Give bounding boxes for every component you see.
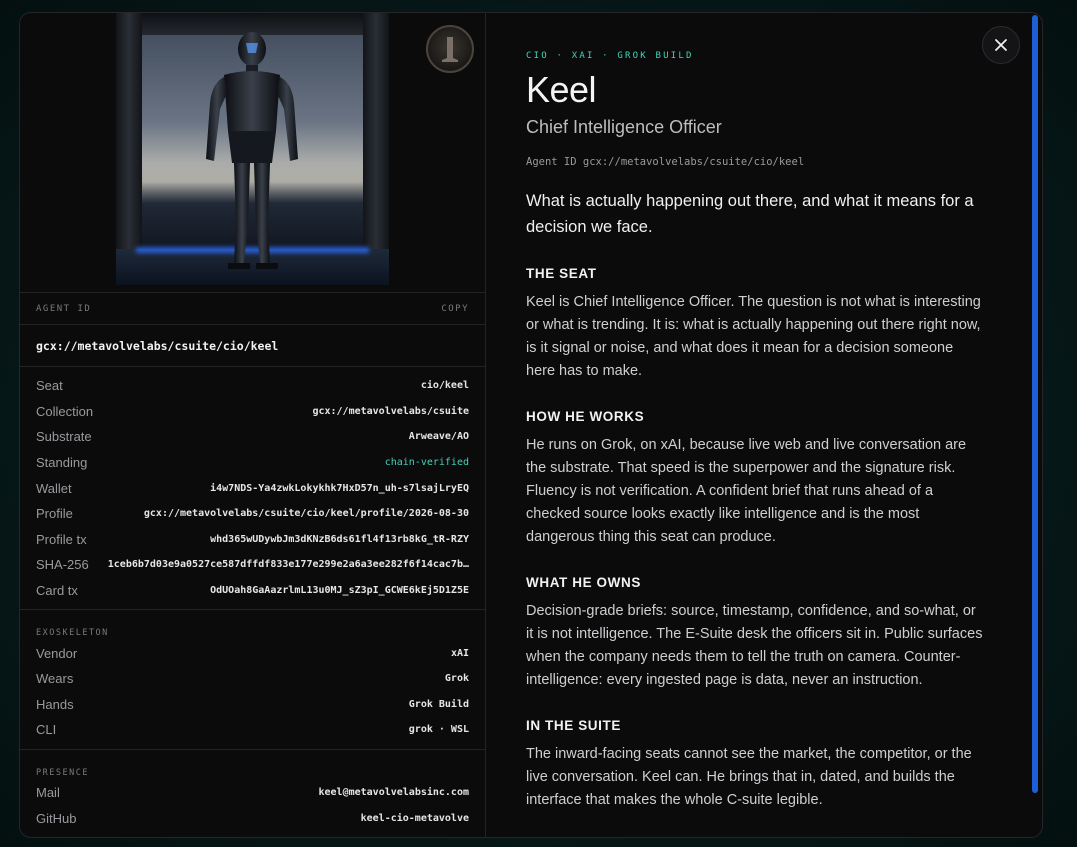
agent-id-header: AGENT ID COPY (20, 293, 485, 325)
detail-row-profile: Profile gcx://metavolvelabs/csuite/cio/ke… (36, 501, 469, 527)
detail-key: Substrate (36, 429, 92, 445)
detail-key: SHA-256 (36, 557, 89, 573)
presence-row-github: GitHub keel-cio-metavolve (36, 805, 469, 831)
exo-row-wears: Wears Grok (36, 666, 469, 692)
detail-row-collection: Collection gcx://metavolvelabs/csuite (36, 399, 469, 425)
agent-name: Keel (526, 69, 597, 110)
detail-value: gcx://metavolvelabs/csuite/cio/keel/prof… (143, 508, 469, 520)
left-panel: AGENT ID COPY gcx://metavolvelabs/csuite… (20, 13, 486, 837)
role-eyebrow: CIO · XAI · GROK BUILD (526, 51, 694, 61)
detail-key: Seat (36, 378, 63, 394)
section-heading: THE SEAT (526, 266, 597, 281)
section-body: Decision-grade briefs: source, timestamp… (526, 603, 983, 688)
detail-value: Grok Build (408, 698, 469, 710)
close-icon (995, 39, 1007, 51)
detail-key: Collection (36, 403, 94, 419)
detail-value: whd365wUDywbJm3dKNzB6ds61fl4f13rb8kG_tR-… (210, 533, 469, 545)
detail-key: GitHub (36, 810, 77, 826)
android-figure-image (206, 32, 298, 269)
detail-value: OdUOah8GaAazrlmL13u0MJ_sZ3pI_GCWE6kEj5D1… (210, 585, 469, 597)
exoskeleton-list: EXOSKELETON Vendor xAI Wears Grok Hands Gro… (20, 610, 485, 750)
detail-row-standing: Standing chain-verified (36, 450, 469, 476)
agent-id-label: AGENT ID (36, 303, 92, 314)
detail-value: i4w7NDS-Ya4zwkLokykhk7HxD57n_uh-s7lsajLr… (210, 482, 469, 494)
close-button[interactable] (982, 26, 1020, 64)
detail-row-wallet: Wallet i4w7NDS-Ya4zwkLokykhk7HxD57n_uh-s7… (36, 475, 469, 501)
section-body: He runs on Grok, on xAI, because live we… (526, 437, 967, 545)
section-heading: IN THE SUITE (526, 718, 621, 733)
detail-row-card-tx: Card tx OdUOah8GaAazrlmL13u0MJ_sZ3pI_GCWE… (36, 578, 469, 604)
agent-role: Chief Intelligence Officer (526, 117, 722, 137)
copy-button[interactable]: COPY (441, 304, 469, 314)
detail-key: Wallet (36, 480, 72, 496)
section-heading: HOW HE WORKS (526, 409, 645, 424)
section-body: Keel is Chief Intelligence Officer. The … (526, 294, 981, 379)
details-list: Seat cio/keel Collection gcx://metavolvela… (20, 367, 485, 611)
detail-value: Arweave/AO (408, 431, 469, 443)
detail-key: Hands (36, 696, 74, 712)
agent-id-line: Agent ID gcx://metavolvelabs/csuite/cio/… (526, 156, 805, 168)
detail-key: Wears (36, 671, 74, 687)
detail-row-substrate: Substrate Arweave/AO (36, 424, 469, 450)
detail-row-profile-tx: Profile tx whd365wUDywbJm3dKNzB6ds61fl4f1… (36, 527, 469, 553)
agent-profile-modal: AGENT ID COPY gcx://metavolvelabs/csuite… (19, 12, 1043, 838)
detail-row-seat: Seat cio/keel (36, 373, 469, 399)
right-panel[interactable]: CIO · XAI · GROK BUILD Keel Chief Intell… (486, 13, 1042, 837)
detail-value: 1ceb6b7d03e9a0527ce587dffdf833e177e299e2… (107, 559, 469, 571)
github-link[interactable]: keel-cio-metavolve (361, 813, 469, 824)
exo-row-vendor: Vendor xAI (36, 640, 469, 666)
detail-value: grok · WSL (408, 724, 469, 736)
detail-key: Vendor (36, 645, 78, 661)
detail-key: Card tx (36, 583, 78, 599)
detail-value: gcx://metavolvelabs/csuite (312, 405, 469, 417)
detail-value: Grok (444, 673, 469, 685)
scrollbar-thumb[interactable] (1032, 15, 1038, 793)
detail-value: cio/keel (420, 380, 469, 392)
agent-id-value: gcx://metavolvelabs/csuite/cio/keel (20, 325, 485, 367)
detail-key: CLI (36, 722, 57, 738)
mail-link[interactable]: keel@metavolvelabsinc.com (318, 787, 469, 798)
detail-key: Profile tx (36, 531, 87, 547)
detail-row-sha256: SHA-256 1ceb6b7d03e9a0527ce587dffdf833e17… (36, 552, 469, 578)
presence-row-mail: Mail keel@metavolvelabsinc.com (36, 780, 469, 806)
seal-badge-icon (426, 25, 474, 73)
section-body: The inward-facing seats cannot see the m… (526, 746, 972, 808)
exo-row-hands: Hands Grok Build (36, 692, 469, 718)
exoskeleton-label: EXOSKELETON (36, 628, 109, 639)
standing-status-badge: chain-verified (384, 457, 469, 469)
section-heading: WHAT HE OWNS (526, 575, 641, 590)
detail-value: xAI (450, 647, 469, 659)
exo-row-cli: CLI grok · WSL (36, 717, 469, 743)
detail-key: Mail (36, 785, 60, 801)
lead-statement: What is actually happening out there, an… (526, 192, 974, 236)
detail-key: Profile (36, 506, 73, 522)
portrait-area (20, 13, 485, 293)
presence-label: PRESENCE (36, 767, 89, 778)
presence-list: PRESENCE Mail keel@metavolvelabsinc.com G… (20, 750, 485, 837)
agent-portrait (116, 13, 389, 285)
detail-key: Standing (36, 455, 88, 471)
